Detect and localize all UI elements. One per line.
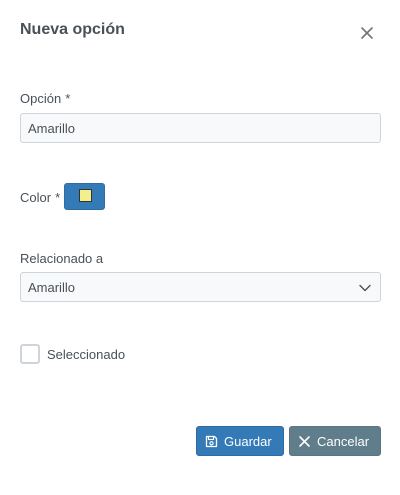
cancel-button-label: Cancelar — [317, 433, 370, 449]
save-icon — [205, 435, 218, 447]
color-label-text: Color — [20, 190, 52, 205]
option-label: Opción * — [20, 91, 70, 106]
cancel-button[interactable]: Cancelar — [289, 426, 381, 456]
color-swatch — [79, 189, 92, 202]
save-button-label: Guardar — [224, 433, 272, 449]
option-input[interactable] — [20, 113, 381, 143]
close-icon — [299, 435, 310, 447]
save-button[interactable]: Guardar — [196, 426, 284, 456]
related-select-value: Amarillo — [28, 280, 75, 295]
color-label: Color * — [20, 190, 60, 205]
required-mark: * — [55, 190, 61, 205]
chevron-down-icon — [358, 281, 372, 295]
related-label: Relacionado a — [20, 251, 104, 266]
selected-checkbox-label[interactable]: Seleccionado — [47, 347, 125, 362]
selected-checkbox[interactable] — [20, 344, 40, 364]
close-icon — [361, 27, 373, 39]
close-button[interactable] — [356, 22, 378, 44]
dialog-title: Nueva opción — [20, 21, 125, 38]
related-select[interactable]: Amarillo — [20, 272, 381, 302]
new-option-dialog: Nueva opción Opción* Color* Relacionado … — [0, 0, 400, 495]
color-picker-button[interactable] — [64, 183, 105, 210]
required-mark: * — [65, 91, 71, 106]
option-label-text: Opción — [20, 91, 62, 106]
